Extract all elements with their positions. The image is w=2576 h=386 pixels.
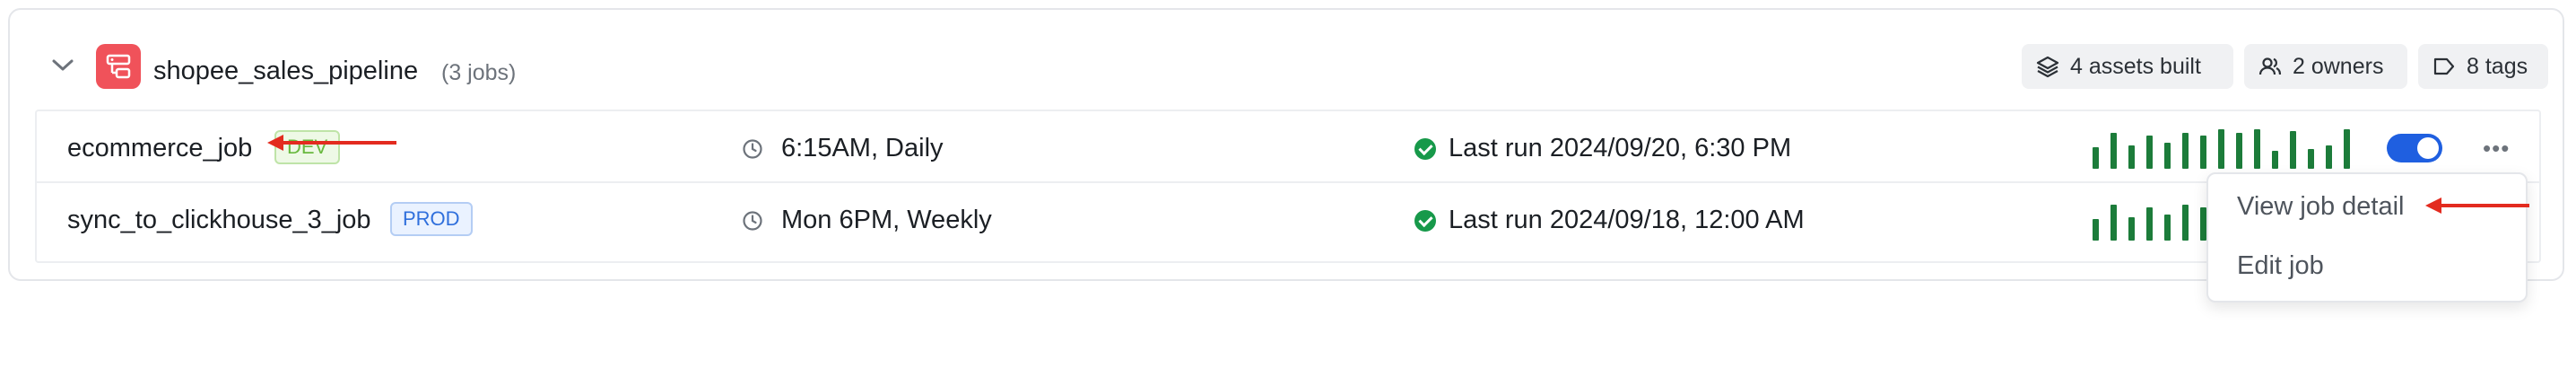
annotation-arrow-icon — [267, 135, 396, 151]
last-run-status: Last run 2024/09/18, 12:00 AM — [1414, 206, 1805, 235]
run-history-bar — [2110, 205, 2117, 241]
owners-label: 2 owners — [2293, 53, 2384, 79]
table-row[interactable]: sync_to_clickhouse_3_job PROD Mon 6PM, W… — [37, 183, 2539, 261]
run-history-bar — [2344, 129, 2350, 169]
schedule-text: 6:15AM, Daily — [781, 134, 944, 162]
env-badge-prod: PROD — [390, 202, 473, 236]
last-run-text: Last run 2024/09/20, 6:30 PM — [1449, 134, 1792, 162]
users-icon — [2258, 57, 2282, 75]
schedule-text: Mon 6PM, Weekly — [781, 206, 992, 234]
jobs-table: ecommerce_job DEV 6:15AM, Daily Last run… — [35, 110, 2541, 263]
run-history-bar — [2308, 149, 2314, 169]
menu-item-edit-job[interactable]: Edit job — [2237, 251, 2324, 281]
run-history-bar — [2146, 207, 2153, 241]
run-history-bar — [2110, 133, 2117, 169]
run-history-bar — [2218, 129, 2224, 169]
clock-icon — [743, 138, 762, 159]
chevron-down-icon[interactable] — [49, 57, 76, 75]
run-history-bar — [2254, 129, 2260, 169]
assets-built-chip[interactable]: 4 assets built — [2022, 44, 2233, 89]
run-history-bar — [2093, 219, 2099, 241]
pipeline-name[interactable]: shopee_sales_pipeline — [153, 57, 418, 86]
run-history-bar — [2272, 151, 2278, 169]
last-run-text: Last run 2024/09/18, 12:00 AM — [1449, 206, 1805, 234]
run-history-bar — [2164, 215, 2171, 241]
owners-chip[interactable]: 2 owners — [2244, 44, 2407, 89]
run-history-bar — [2236, 133, 2242, 169]
job-name[interactable]: sync_to_clickhouse_3_job — [67, 206, 371, 235]
run-history-bar — [2182, 205, 2189, 241]
more-options-icon[interactable]: ••• — [2483, 135, 2510, 162]
success-check-icon — [1414, 137, 1436, 160]
table-row[interactable]: ecommerce_job DEV 6:15AM, Daily Last run… — [37, 111, 2539, 183]
pipeline-icon — [96, 44, 141, 89]
run-history-bar — [2093, 147, 2099, 169]
tags-chip[interactable]: 8 tags — [2418, 44, 2548, 89]
layers-icon — [2036, 56, 2059, 78]
clock-icon — [743, 210, 762, 231]
assets-built-label: 4 assets built — [2070, 53, 2201, 79]
job-schedule: 6:15AM, Daily — [742, 134, 944, 163]
run-history-bar — [2146, 136, 2153, 169]
run-history-sparkline — [2093, 129, 2353, 169]
run-history-bar — [2200, 207, 2206, 241]
job-enabled-toggle[interactable] — [2387, 134, 2442, 162]
job-name[interactable]: ecommerce_job — [67, 134, 252, 163]
run-history-bar — [2182, 133, 2189, 169]
run-history-bar — [2290, 131, 2296, 169]
success-check-icon — [1414, 209, 1436, 232]
last-run-status: Last run 2024/09/20, 6:30 PM — [1414, 134, 1791, 163]
tag-icon — [2433, 57, 2455, 75]
tags-label: 8 tags — [2467, 53, 2528, 79]
annotation-arrow-icon — [2425, 197, 2529, 214]
job-actions-menu: View job detail Edit job — [2206, 172, 2528, 303]
pipeline-job-count: (3 jobs) — [441, 60, 517, 85]
pipeline-header[interactable]: shopee_sales_pipeline (3 jobs) 4 assets … — [10, 10, 2563, 110]
run-history-bar — [2164, 143, 2171, 169]
run-history-bar — [2128, 217, 2135, 241]
run-history-bar — [2326, 145, 2332, 169]
run-history-bar — [2200, 136, 2206, 169]
job-schedule: Mon 6PM, Weekly — [742, 206, 992, 235]
menu-item-view-job-detail[interactable]: View job detail — [2237, 192, 2404, 222]
run-history-bar — [2128, 145, 2135, 169]
